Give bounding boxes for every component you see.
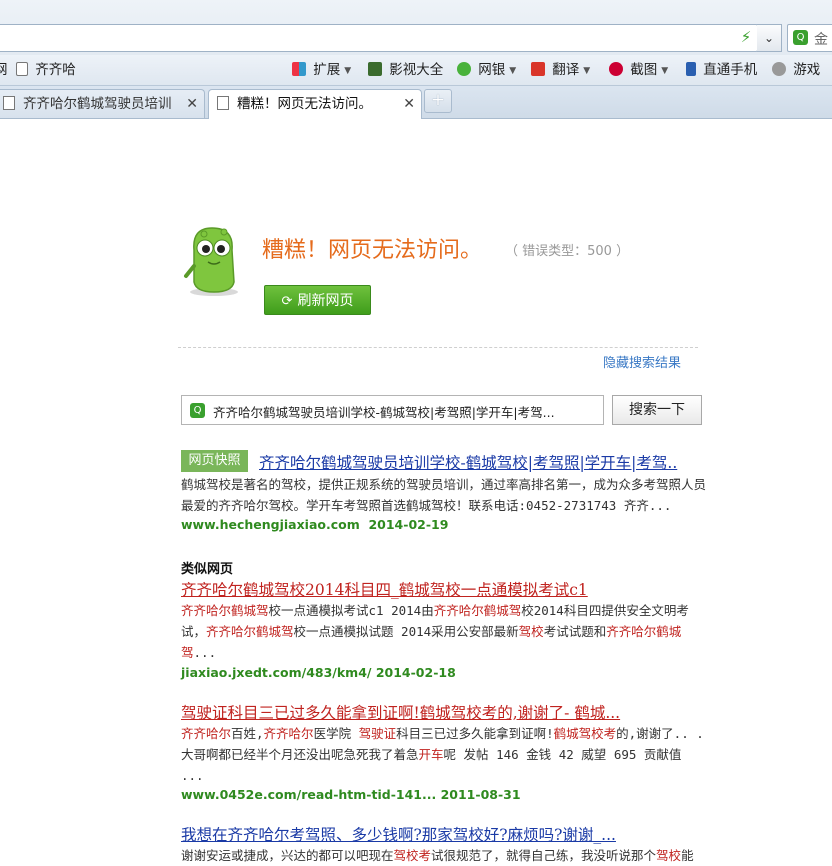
new-tab-button[interactable]: +	[424, 89, 452, 113]
error-title: 糟糕！网页无法访问。	[262, 238, 483, 263]
hide-search-results-link[interactable]: 隐藏搜索结果	[603, 352, 681, 371]
translate-label: 翻译	[552, 62, 580, 78]
games-link[interactable]: 游戏	[772, 60, 820, 80]
gamepad-icon	[772, 62, 786, 76]
video-label: 影视大全	[389, 62, 444, 78]
result-title[interactable]: 齐齐哈尔鹤城驾驶员培训学校-鹤城驾校|考驾照|学开车|考驾..	[259, 451, 677, 473]
tab-error[interactable]: 糟糕！网页无法访问。 ✕	[208, 89, 422, 119]
result-date: 2014-02-19	[368, 517, 449, 532]
chevron-down-icon: ▼	[509, 66, 517, 76]
similar-result-url-line[interactable]: www.0452e.com/read-htm-tid-141... 2011-0…	[181, 787, 521, 802]
similar-result-title[interactable]: 我想在齐齐哈尔考驾照、多少钱啊?那家驾校好?麻烦吗?谢谢_...	[181, 823, 616, 845]
chevron-down-icon: ▼	[661, 66, 669, 76]
phone-icon	[686, 62, 696, 76]
toolbar-search-box[interactable]: Q 金	[787, 24, 832, 52]
address-bar-row: ⚡ ⌄ Q 金	[0, 0, 832, 55]
search-input-value: 齐齐哈尔鹤城驾驶员培训学校-鹤城驾校|考驾照|学开车|考驾...	[213, 405, 555, 420]
result-url: jiaxiao.jxedt.com/483/km4/	[181, 665, 372, 680]
translate-menu[interactable]: 翻译 ▼	[531, 60, 590, 80]
tab-label: 齐齐哈尔鹤城驾驶员培训	[23, 96, 172, 112]
close-icon[interactable]: ✕	[403, 90, 415, 118]
result-date: 2014-02-18	[375, 665, 456, 680]
favorites-bar: 网 齐齐哈 扩展 ▼ 影视大全 网银 ▼ 翻译 ▼ 截图 ▼ 直通手机 游戏	[0, 55, 832, 86]
similar-result-description: 齐齐哈尔百姓,齐齐哈尔医学院 驾驶证科目三已过多久能拿到证啊!鹤城驾校考的,谢谢…	[181, 726, 704, 783]
page-icon	[16, 62, 28, 76]
chevron-down-icon: ▼	[344, 66, 352, 76]
refresh-icon: ⟳	[281, 294, 293, 309]
similar-result-title[interactable]: 齐齐哈尔鹤城驾校2014科目四_鹤城驾校一点通模拟考试c1	[181, 578, 588, 600]
refresh-page-button[interactable]: ⟳ 刷新网页	[264, 285, 371, 315]
bank-menu[interactable]: 网银 ▼	[457, 60, 516, 80]
error-code: （ 错误类型：500 ）	[505, 244, 630, 259]
extensions-label: 扩展	[313, 62, 341, 78]
extensions-menu[interactable]: 扩展 ▼	[292, 60, 351, 80]
similar-result-description: 齐齐哈尔鹤城驾校一点通模拟考试c1 2014由齐齐哈尔鹤城驾校2014科目四提供…	[181, 603, 689, 660]
result-url-line[interactable]: www.hechengjiaxiao.com 2014-02-19	[181, 517, 448, 532]
similar-result-url-line[interactable]: jiaxiao.jxedt.com/483/km4/ 2014-02-18	[181, 665, 456, 680]
search-icon: Q	[190, 403, 205, 418]
tab-label: 糟糕！网页无法访问。	[237, 96, 372, 112]
extensions-icon	[292, 62, 306, 76]
tab-qiqihaer[interactable]: 齐齐哈尔鹤城驾驶员培训 ✕	[0, 89, 205, 118]
speed-mode-icon[interactable]: ⚡	[739, 28, 753, 46]
page-icon	[3, 96, 15, 110]
similar-pages-heading: 类似网页	[181, 562, 234, 577]
games-label: 游戏	[793, 62, 821, 78]
page-icon	[217, 96, 229, 110]
favorite-item-qiqihaer[interactable]: 齐齐哈	[16, 60, 76, 80]
green-mascot-icon	[184, 227, 238, 296]
similar-result-title[interactable]: 驾驶证科目三已过多久能拿到证啊!鹤城驾校考的,谢谢了- 鹤城...	[181, 701, 620, 723]
bank-shield-icon	[457, 62, 471, 76]
favorite-item-cut[interactable]: 网	[0, 60, 8, 80]
video-icon	[368, 62, 382, 76]
video-link[interactable]: 影视大全	[368, 60, 443, 80]
result-date: 2011-08-31	[440, 787, 521, 802]
tab-bar: 齐齐哈尔鹤城驾驶员培训 ✕ 糟糕！网页无法访问。 ✕	[0, 86, 832, 119]
screenshot-menu[interactable]: 截图 ▼	[609, 60, 668, 80]
phone-link[interactable]: 直通手机	[686, 60, 757, 80]
favorite-label: 网	[0, 62, 8, 78]
result-url: www.hechengjiaxiao.com	[181, 517, 360, 532]
result-url: www.0452e.com/read-htm-tid-141...	[181, 787, 437, 802]
address-input[interactable]	[0, 24, 758, 52]
toolbar-search-text: 金	[814, 32, 828, 48]
address-history-dropdown[interactable]: ⌄	[757, 24, 782, 52]
translate-icon	[531, 62, 545, 76]
search-input[interactable]: Q 齐齐哈尔鹤城驾驶员培训学校-鹤城驾校|考驾照|学开车|考驾...	[181, 395, 604, 425]
close-icon[interactable]: ✕	[186, 90, 198, 118]
chevron-down-icon: ▼	[583, 66, 591, 76]
favorite-label: 齐齐哈	[35, 62, 76, 78]
bank-label: 网银	[478, 62, 506, 78]
divider	[178, 347, 698, 348]
search-button[interactable]: 搜索一下	[612, 395, 702, 425]
scissors-icon	[609, 62, 623, 76]
screenshot-label: 截图	[630, 62, 658, 78]
phone-label: 直通手机	[703, 62, 758, 78]
snapshot-badge[interactable]: 网页快照	[181, 450, 248, 472]
similar-result-description: 谢谢安运或捷成，兴达的都可以吧现在驾校考试很规范了，就得自己练，我没听说那个驾校…	[181, 848, 694, 863]
search-icon: Q	[793, 30, 808, 45]
result-description: 鹤城驾校是著名的驾校，提供正规系统的驾驶员培训，通过率高排名第一，成为众多考驾照…	[181, 477, 707, 513]
refresh-label: 刷新网页	[297, 293, 354, 309]
